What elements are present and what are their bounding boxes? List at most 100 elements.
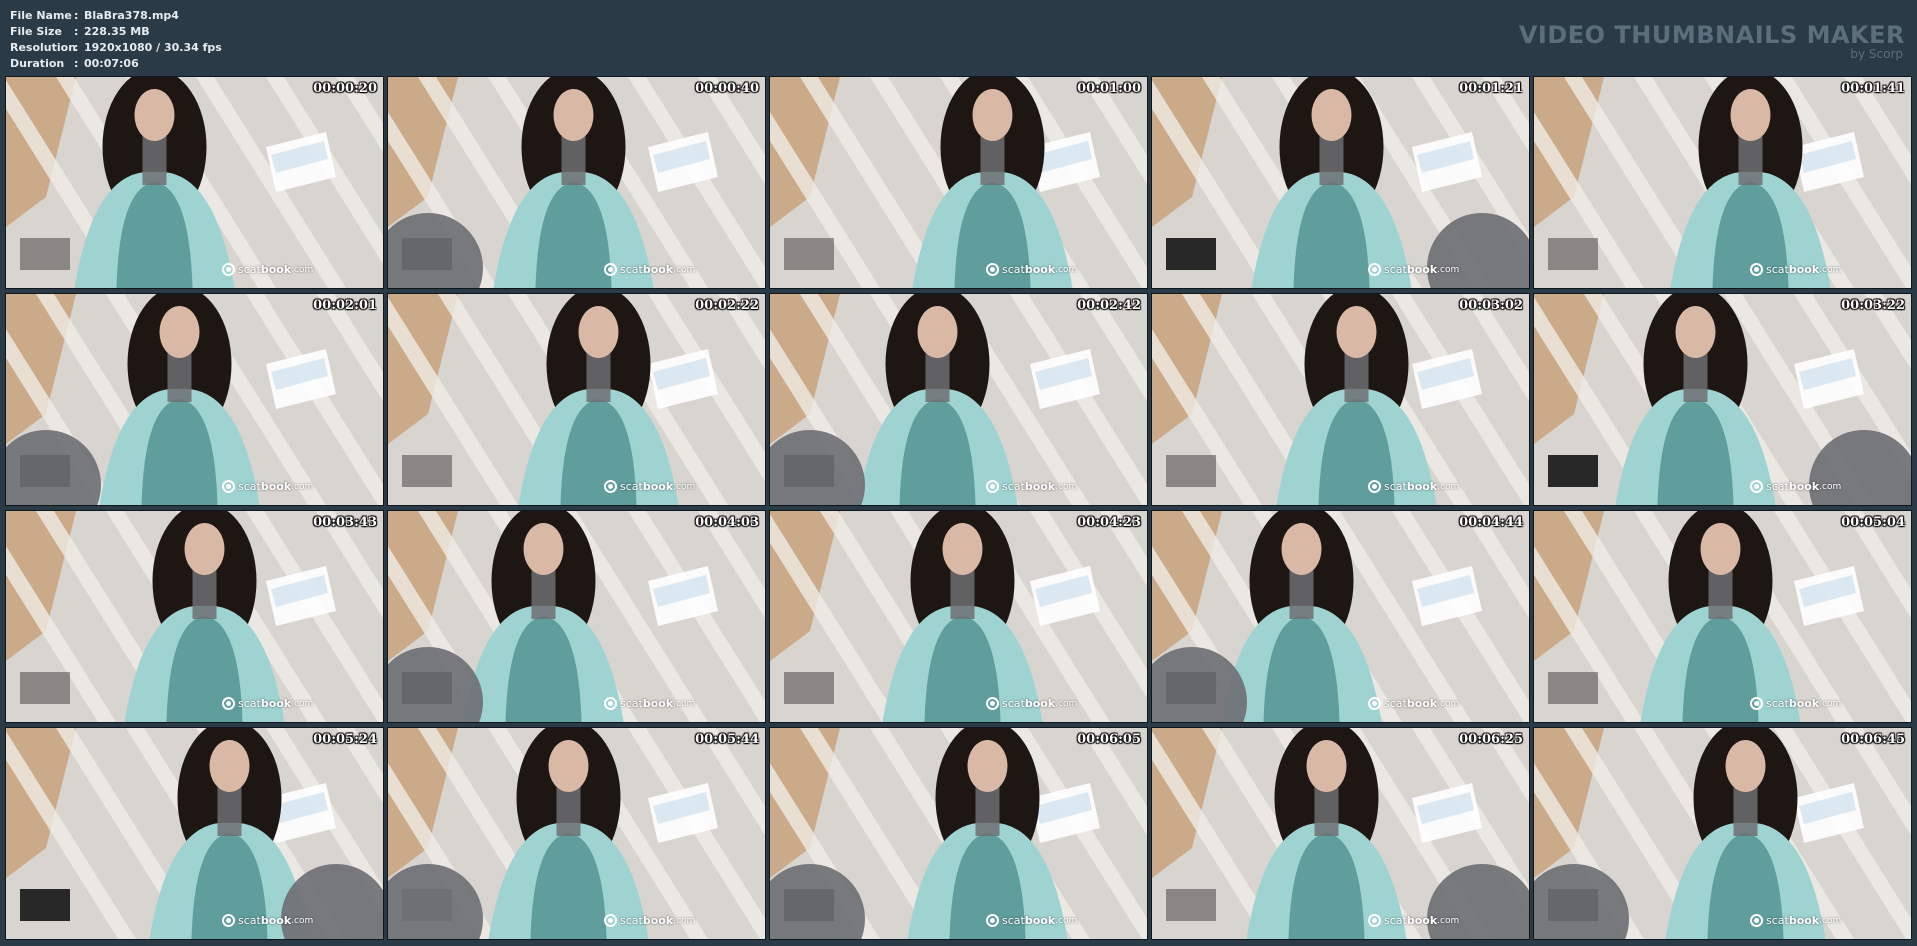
video-thumbnail[interactable]: 00:04:03 scat book .com [387,510,766,723]
watermark: scat book .com [222,480,313,493]
watermark: scat book .com [1368,697,1459,710]
watermark-text-part3: .com [1055,698,1078,709]
watermark-text-part2: book [642,914,674,927]
watermark: scat book .com [604,480,695,493]
file-info-value: 00:07:06 [84,57,139,70]
thumbnail-timestamp: 00:06:45 [1841,732,1905,747]
watermark-logo-icon [604,263,617,276]
watermark: scat book .com [604,697,695,710]
thumbnail-timestamp: 00:02:22 [695,298,759,313]
video-frame-image [6,77,383,288]
watermark-logo-icon [1750,697,1763,710]
video-frame-image [388,511,765,722]
video-frame-image [6,511,383,722]
thumbnail-sheet: File Name : BlaBra378.mp4 File Size : 22… [0,0,1917,946]
watermark-text-part1: scat [1766,480,1789,493]
thumbnail-timestamp: 00:04:23 [1077,515,1141,530]
video-thumbnail[interactable]: 00:05:44 scat book .com [387,727,766,940]
watermark-text-part2: book [1406,263,1438,276]
video-thumbnail[interactable]: 00:01:41 scat book .com [1533,76,1912,289]
watermark-text-part1: scat [238,697,261,710]
watermark-text-part1: scat [238,480,261,493]
watermark: scat book .com [222,697,313,710]
video-thumbnail[interactable]: 00:02:22 scat book .com [387,293,766,506]
watermark-text-part1: scat [1384,697,1407,710]
file-info-row: Resolution : 1920x1080 / 30.34 fps [10,41,222,54]
watermark: scat book .com [222,263,313,276]
watermark-text-part3: .com [291,915,314,926]
watermark-text-part3: .com [1055,481,1078,492]
video-thumbnail[interactable]: 00:01:21 scat book .com [1151,76,1530,289]
video-thumbnail[interactable]: 00:02:42 scat book .com [769,293,1148,506]
watermark-text-part2: book [642,697,674,710]
file-info-key: Duration [10,57,65,70]
watermark-text-part2: book [260,263,292,276]
watermark-text-part2: book [1406,480,1438,493]
video-frame-image [1534,511,1911,722]
thumbnail-timestamp: 00:03:02 [1459,298,1523,313]
watermark: scat book .com [986,697,1077,710]
video-thumbnail[interactable]: 00:00:40 scat book .com [387,76,766,289]
watermark-text-part3: .com [1437,915,1460,926]
watermark-logo-icon [1750,263,1763,276]
watermark-text-part1: scat [1384,263,1407,276]
video-thumbnail[interactable]: 00:05:04 scat book .com [1533,510,1912,723]
video-thumbnail[interactable]: 00:06:25 scat book .com [1151,727,1530,940]
watermark: scat book .com [1368,480,1459,493]
video-thumbnail[interactable]: 00:06:05 scat book .com [769,727,1148,940]
file-info-row: File Name : BlaBra378.mp4 [10,9,179,22]
watermark-logo-icon [986,263,999,276]
watermark: scat book .com [1750,263,1841,276]
video-thumbnail[interactable]: 00:06:45 scat book .com [1533,727,1912,940]
thumbnail-timestamp: 00:00:40 [695,81,759,96]
video-thumbnail[interactable]: 00:05:24 scat book .com [5,727,384,940]
video-frame-image [1152,511,1529,722]
watermark-logo-icon [986,914,999,927]
watermark-logo-icon [1368,263,1381,276]
watermark-text-part2: book [260,914,292,927]
watermark-text-part3: .com [673,481,696,492]
brand-subtitle: by Scorp [1850,47,1903,61]
video-thumbnail[interactable]: 00:03:43 scat book .com [5,510,384,723]
watermark-text-part2: book [1788,263,1820,276]
watermark-text-part1: scat [1002,697,1025,710]
watermark-text-part3: .com [1819,698,1842,709]
video-frame-image [770,77,1147,288]
watermark-logo-icon [604,914,617,927]
watermark-text-part1: scat [1384,914,1407,927]
thumbnail-timestamp: 00:05:44 [695,732,759,747]
video-frame-image [388,728,765,939]
watermark-text-part1: scat [1766,263,1789,276]
watermark-logo-icon [222,914,235,927]
watermark-text-part3: .com [673,264,696,275]
video-thumbnail[interactable]: 00:03:02 scat book .com [1151,293,1530,506]
brand-logo: VIDEO THUMBNAILS MAKER by Scorp [1519,22,1905,60]
watermark: scat book .com [1750,914,1841,927]
thumbnail-timestamp: 00:04:03 [695,515,759,530]
watermark-text-part2: book [1406,697,1438,710]
watermark-logo-icon [604,480,617,493]
watermark-text-part3: .com [673,915,696,926]
watermark: scat book .com [1750,697,1841,710]
watermark-text-part1: scat [620,480,643,493]
video-frame-image [1152,77,1529,288]
video-thumbnail[interactable]: 00:04:44 scat book .com [1151,510,1530,723]
video-frame-image [770,511,1147,722]
video-thumbnail[interactable]: 00:03:22 scat book .com [1533,293,1912,506]
watermark: scat book .com [986,263,1077,276]
watermark-text-part3: .com [291,481,314,492]
watermark: scat book .com [986,914,1077,927]
watermark-logo-icon [222,480,235,493]
video-thumbnail[interactable]: 00:02:01 scat book .com [5,293,384,506]
video-frame-image [1534,728,1911,939]
thumbnail-timestamp: 00:01:21 [1459,81,1523,96]
watermark-text-part3: .com [291,264,314,275]
video-thumbnail[interactable]: 00:00:20 scat book .com [5,76,384,289]
video-thumbnail[interactable]: 00:04:23 scat book .com [769,510,1148,723]
thumbnail-timestamp: 00:05:24 [313,732,377,747]
file-info-value: 1920x1080 / 30.34 fps [84,41,222,54]
video-thumbnail[interactable]: 00:01:00 scat book .com [769,76,1148,289]
watermark-text-part2: book [260,480,292,493]
watermark-logo-icon [1368,480,1381,493]
file-info-panel: File Name : BlaBra378.mp4 File Size : 22… [10,8,222,72]
